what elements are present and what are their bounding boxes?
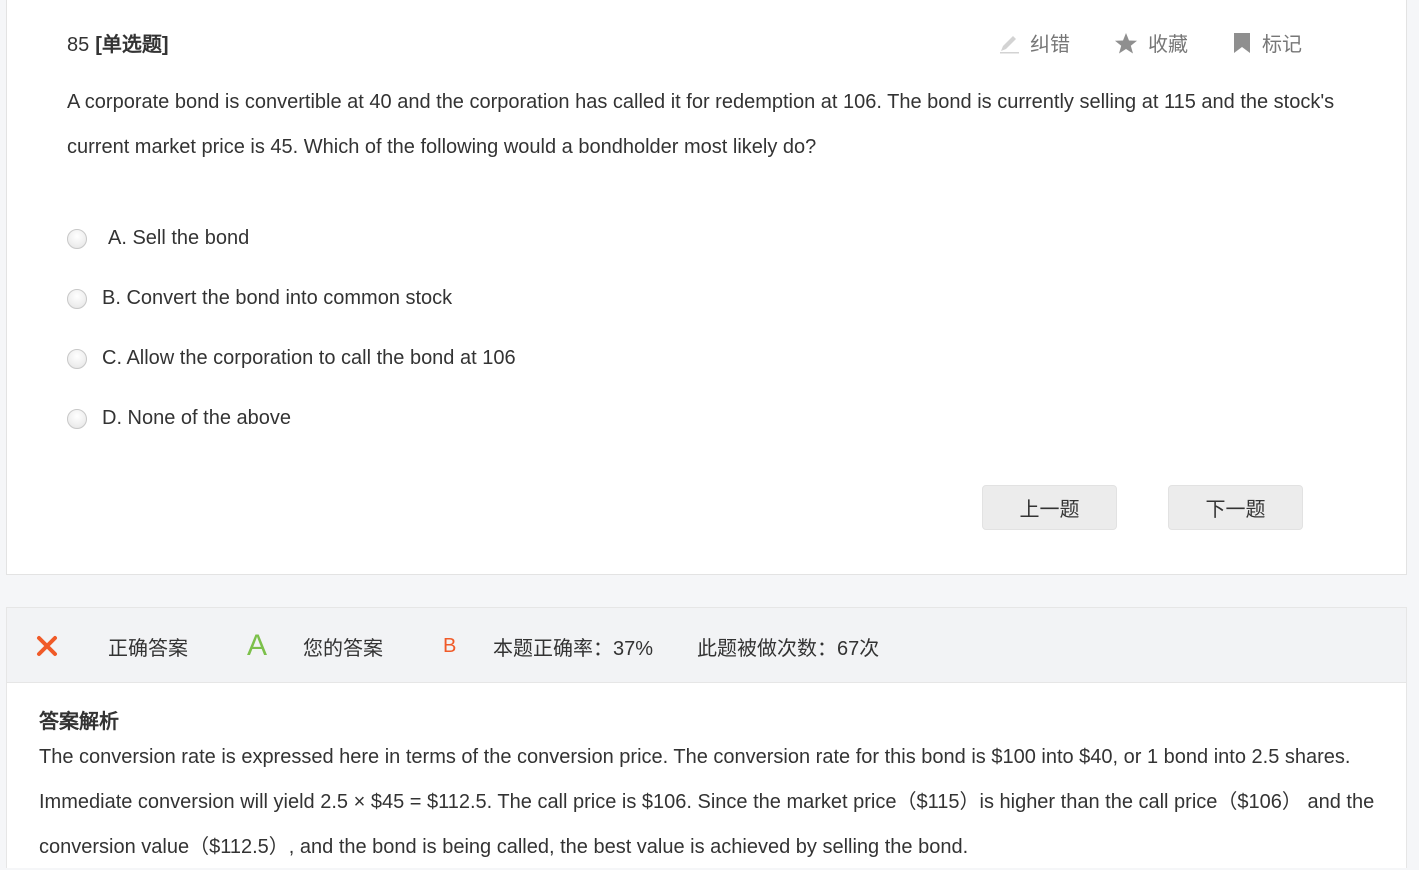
correct-answer-value: A xyxy=(247,629,268,662)
question-card: 85 [单选题] 纠错 收藏 标记 A corporate bond is con… xyxy=(6,0,1407,575)
accuracy-rate: 本题正确率：37% xyxy=(493,637,654,660)
option-label: B. Convert the bond into common stock xyxy=(102,287,453,309)
attempt-count: 此题被做次数：67次 xyxy=(697,637,880,660)
star-icon xyxy=(1114,32,1138,54)
report-error-label: 纠错 xyxy=(1030,34,1070,56)
bookmark-icon xyxy=(1232,32,1252,54)
option-a[interactable]: A. Sell the bond xyxy=(67,227,249,250)
option-c[interactable]: C. Allow the corporation to call the bon… xyxy=(67,347,516,370)
result-bar: 正确答案 A 您的答案 B 本题正确率：37% 此题被做次数：67次 xyxy=(6,607,1407,683)
correct-answer-label: 正确答案 xyxy=(108,637,188,660)
favorite-label: 收藏 xyxy=(1148,34,1188,56)
option-label: A. Sell the bond xyxy=(108,227,250,249)
report-error-button[interactable]: 纠错 xyxy=(998,28,1070,57)
radio-button[interactable] xyxy=(67,408,87,429)
option-label: C. Allow the corporation to call the bon… xyxy=(102,347,516,369)
question-actions: 纠错 收藏 标记 xyxy=(998,28,1302,57)
option-d[interactable]: D. None of the above xyxy=(67,407,291,430)
question-type: [单选题] xyxy=(95,34,169,56)
analysis-title: 答案解析 xyxy=(39,711,119,733)
next-question-button[interactable]: 下一题 xyxy=(1168,485,1303,530)
radio-button[interactable] xyxy=(67,228,87,249)
your-answer-label: 您的答案 xyxy=(303,637,383,660)
pencil-icon xyxy=(998,32,1020,54)
answer-analysis-panel: 答案解析 The conversion rate is expressed he… xyxy=(6,683,1407,868)
favorite-button[interactable]: 收藏 xyxy=(1114,28,1188,57)
question-number: 85 xyxy=(67,34,90,56)
question-stem: A corporate bond is convertible at 40 an… xyxy=(67,91,1335,158)
radio-button[interactable] xyxy=(67,348,87,369)
radio-button[interactable] xyxy=(67,288,87,309)
x-icon xyxy=(35,608,59,684)
prev-question-button[interactable]: 上一题 xyxy=(982,485,1117,530)
option-b[interactable]: B. Convert the bond into common stock xyxy=(67,287,452,310)
option-label: D. None of the above xyxy=(102,407,292,429)
your-answer-value: B xyxy=(443,634,457,657)
analysis-text: The conversion rate is expressed here in… xyxy=(39,746,1375,858)
mark-label: 标记 xyxy=(1262,34,1302,56)
question-header: 85 [单选题] xyxy=(67,28,169,57)
mark-button[interactable]: 标记 xyxy=(1232,28,1302,57)
